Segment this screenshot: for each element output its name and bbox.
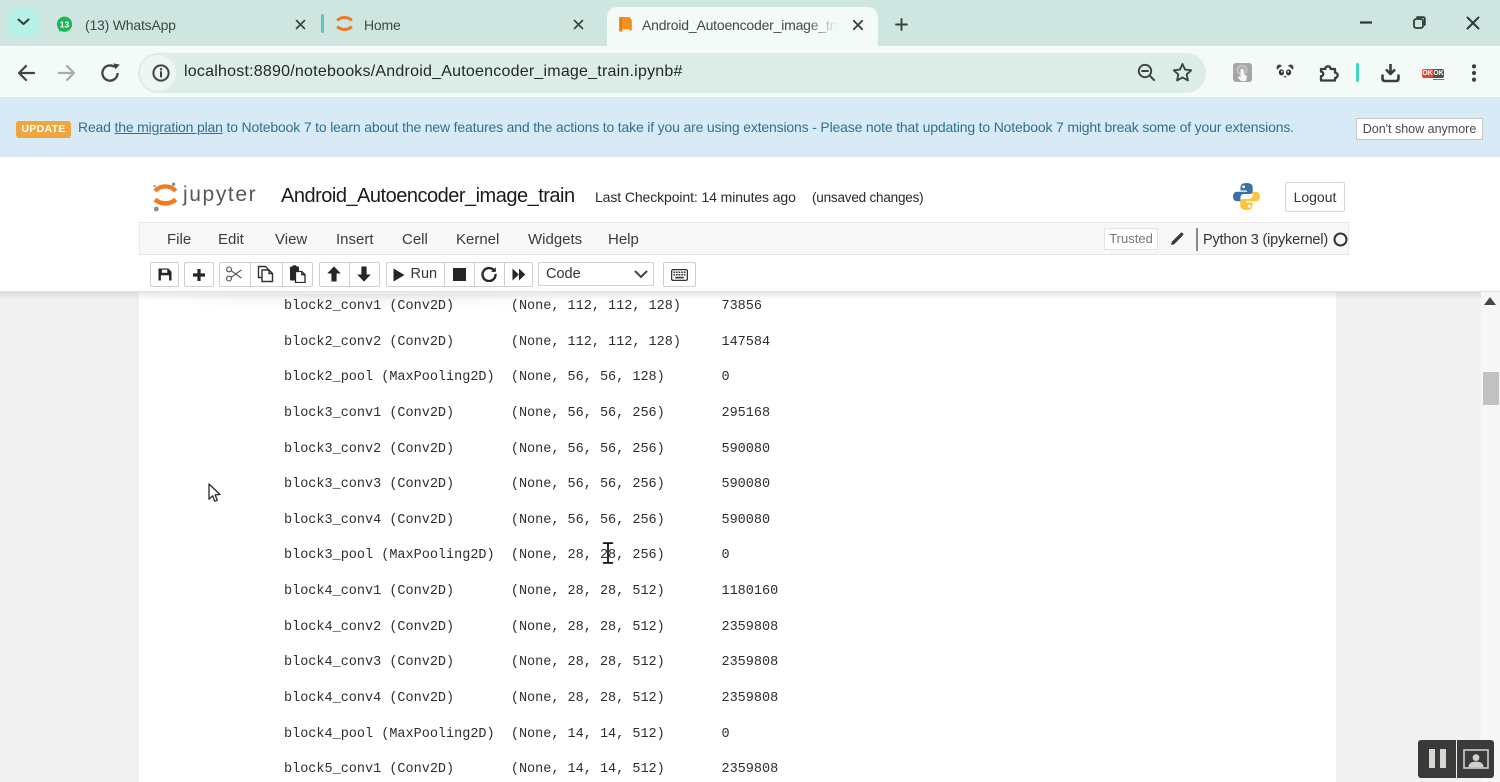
svg-text:13: 13 — [60, 19, 70, 29]
